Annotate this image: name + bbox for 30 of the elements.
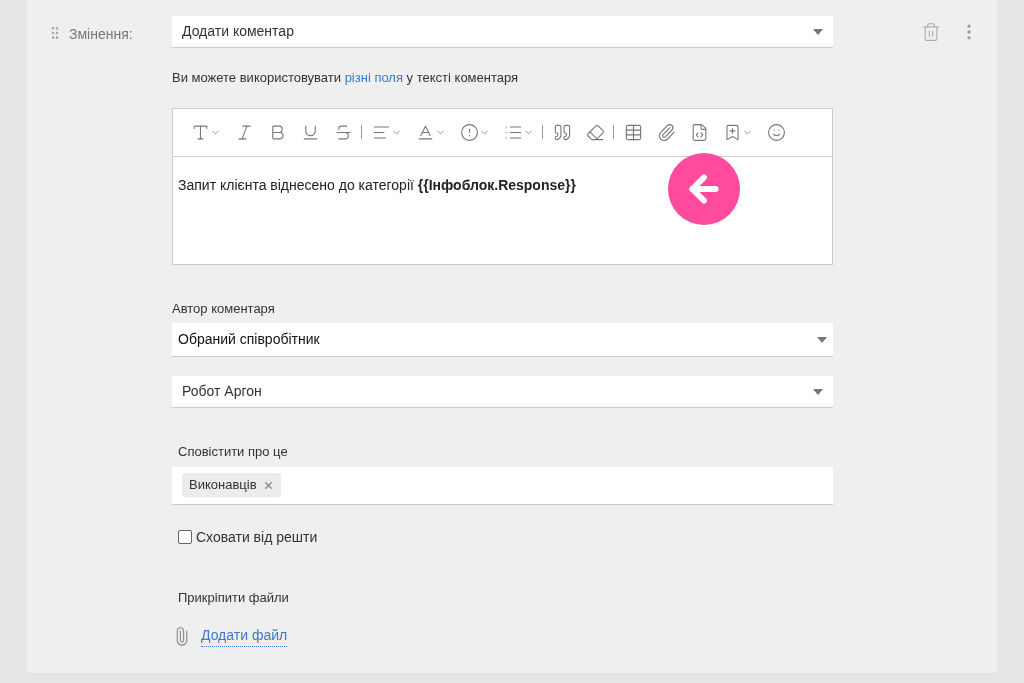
bookmark-icon	[723, 122, 742, 142]
hint-text: Ви можете використовувати різні поля у тексті коментаря	[172, 69, 520, 87]
font-color-icon	[416, 122, 435, 142]
quote-icon	[553, 122, 572, 142]
user-select[interactable]: Робот Аргон	[172, 376, 833, 408]
tag-text: Виконавців	[189, 476, 257, 495]
remove-icon[interactable]	[262, 479, 274, 491]
field-label: Прикріпити файли	[177, 588, 290, 607]
hide-checkbox[interactable]	[178, 530, 192, 544]
delete-icon[interactable]	[921, 22, 941, 42]
code-icon	[690, 122, 709, 142]
attach-icon	[657, 122, 676, 142]
fields-link[interactable]: різні поля	[344, 70, 403, 85]
checkbox-label: Сховати від решти	[196, 527, 318, 547]
comment-editor[interactable]: Запит клієнта віднесено до категорії {{Інфоблок.Response}}	[172, 107, 833, 265]
field-label: Сповістити про це	[177, 443, 289, 461]
add-file-link[interactable]: Додати файл	[201, 625, 288, 647]
dropdown-caret-icon	[813, 28, 823, 35]
field-label: Автор коментаря	[172, 299, 276, 318]
action-select[interactable]: Додати коментар	[172, 16, 833, 48]
emoji-icon	[767, 122, 786, 142]
notify-field[interactable]: Виконавців	[172, 466, 833, 505]
comment-text: Запит клієнта віднесено до категорії {{Інфоблок.Response}}	[178, 176, 576, 193]
field-label: Змінення:	[69, 25, 133, 44]
dropdown-caret-icon	[817, 336, 827, 343]
recipient-tag[interactable]: Виконавців	[182, 473, 281, 497]
table-icon	[624, 122, 643, 142]
clear-format-icon	[586, 122, 605, 142]
dropdown-caret-icon	[813, 388, 823, 395]
author-select[interactable]: Обраний співробітник	[172, 323, 833, 357]
